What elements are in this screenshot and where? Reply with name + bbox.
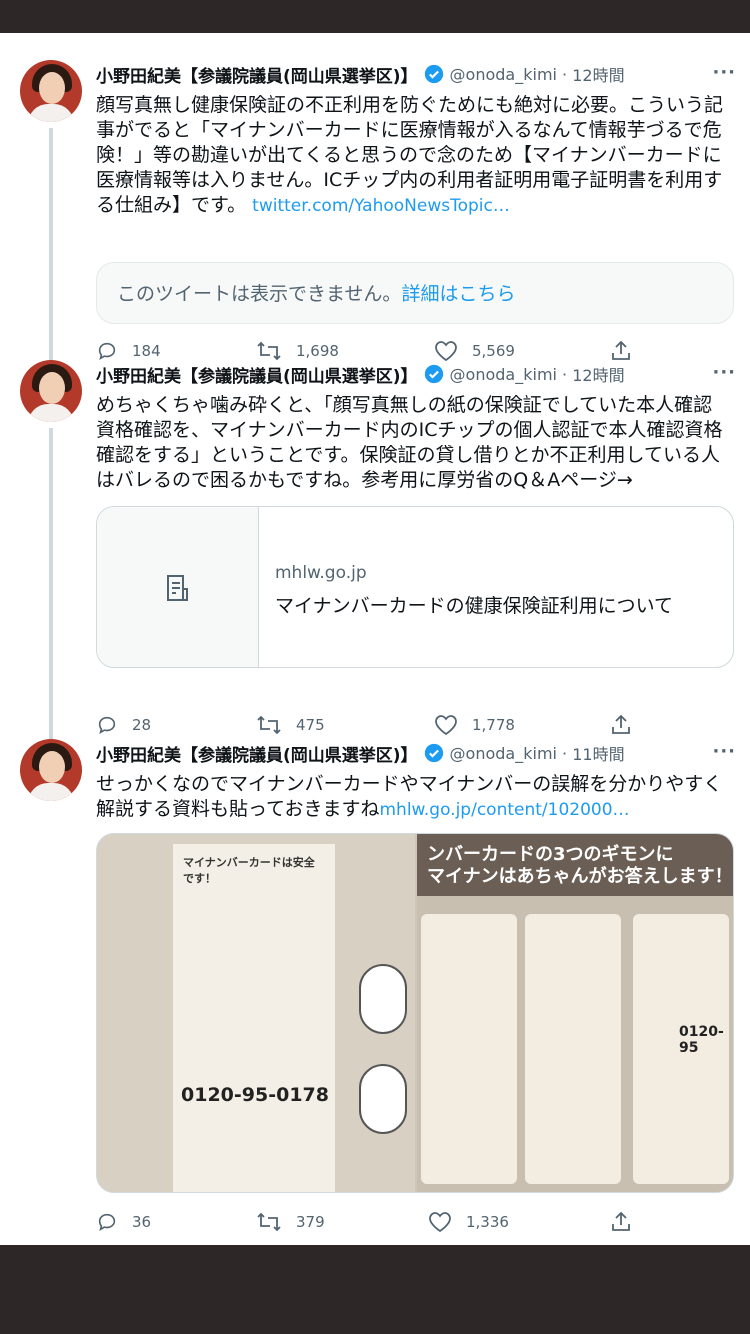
reply-count: 36 xyxy=(132,1213,152,1231)
reply-icon xyxy=(98,1213,116,1232)
avatar[interactable] xyxy=(20,360,82,422)
author-handle[interactable]: @onoda_kimi xyxy=(450,65,557,84)
like-count: 1,336 xyxy=(466,1213,509,1231)
card-domain: mhlw.go.jp xyxy=(275,563,367,583)
verified-icon xyxy=(424,364,443,384)
reply-icon xyxy=(98,716,116,735)
retweet-button[interactable]: 475 xyxy=(256,714,325,736)
rabbit-illustration xyxy=(359,1064,407,1134)
like-icon xyxy=(435,715,457,736)
verified-icon xyxy=(424,64,443,84)
reply-count: 184 xyxy=(132,342,161,360)
card-thumbnail xyxy=(97,507,259,667)
like-count: 1,778 xyxy=(472,716,515,734)
retweet-icon xyxy=(257,715,281,735)
thread-line xyxy=(49,428,53,742)
more-icon[interactable]: ··· xyxy=(712,62,736,83)
like-count: 5,569 xyxy=(472,342,515,360)
share-button[interactable] xyxy=(610,714,646,736)
retweet-count: 1,698 xyxy=(296,342,339,360)
tweet-text: 顔写真無し健康保険証の不正利用を防ぐためにも絶対に必要。こういう記事がでると「マ… xyxy=(96,94,724,216)
verified-icon xyxy=(424,743,443,763)
more-icon[interactable]: ··· xyxy=(712,362,736,383)
share-button[interactable] xyxy=(610,340,646,362)
like-icon xyxy=(435,341,457,362)
tweet-text: めちゃくちゃ噛み砕くと、「顔写真無しの紙の保険証でしていた本人確認資格確認を、マ… xyxy=(96,394,723,491)
tweet-header: 小野田紀美【参議院議員(岡山県選挙区)】 @onoda_kimi · 12時間 xyxy=(96,360,736,388)
author-name[interactable]: 小野田紀美【参議院議員(岡山県選挙区)】 xyxy=(96,741,418,766)
image-2-heading: ンバーカードの3つのギモンに マイナンはあちゃんがお答えします！ xyxy=(417,834,733,896)
top-frame xyxy=(0,0,750,33)
image-1-heading: マイナンバーカードは安全です！ xyxy=(183,856,315,885)
like-button[interactable]: 5,569 xyxy=(434,340,515,362)
document-icon xyxy=(167,575,188,601)
reply-button[interactable]: 36 xyxy=(96,1211,151,1233)
author-handle[interactable]: @onoda_kimi xyxy=(450,365,557,384)
reply-button[interactable]: 28 xyxy=(96,714,151,736)
tweet-time[interactable]: 12時間 xyxy=(572,362,624,386)
retweet-count: 475 xyxy=(296,716,325,734)
like-button[interactable]: 1,778 xyxy=(434,714,515,736)
retweet-count: 379 xyxy=(296,1213,325,1231)
share-icon xyxy=(612,1211,630,1231)
tweet-actions: 36 379 1,336 xyxy=(96,1211,656,1241)
tweet-thread: 小野田紀美【参議院議員(岡山県選挙区)】 @onoda_kimi · 12時間 … xyxy=(0,33,750,1245)
image-2-phone: 0120-95 xyxy=(679,1024,724,1056)
tweet-link[interactable]: twitter.com/YahooNewsTopic… xyxy=(252,196,510,216)
author-handle[interactable]: @onoda_kimi xyxy=(450,744,557,763)
like-button[interactable]: 1,336 xyxy=(428,1211,509,1233)
retweet-button[interactable]: 1,698 xyxy=(256,340,339,362)
share-icon xyxy=(612,340,630,360)
retweet-button[interactable]: 379 xyxy=(256,1211,325,1233)
share-icon xyxy=(612,714,630,734)
share-button[interactable] xyxy=(610,1211,646,1233)
unavailable-quote: このツイートは表示できません。詳細はこちら xyxy=(96,262,734,324)
tweet-time[interactable]: 12時間 xyxy=(572,62,624,86)
learn-more-link[interactable]: 詳細はこちら xyxy=(401,283,515,305)
reply-button[interactable]: 184 xyxy=(96,340,161,362)
retweet-icon xyxy=(257,1212,281,1232)
media-image-1[interactable]: マイナンバーカードは安全です！ 0120-95-0178 xyxy=(97,834,415,1192)
rabbit-illustration xyxy=(359,964,407,1034)
avatar[interactable] xyxy=(20,739,82,801)
media-image-2[interactable]: ンバーカードの3つのギモンに マイナンはあちゃんがお答えします！ 0120-95 xyxy=(417,834,733,1192)
media-images[interactable]: マイナンバーカードは安全です！ 0120-95-0178 ンバーカードの3つのギ… xyxy=(96,833,734,1193)
image-1-phone: 0120-95-0178 xyxy=(181,1084,329,1106)
author-name[interactable]: 小野田紀美【参議院議員(岡山県選挙区)】 xyxy=(96,62,418,87)
card-title: マイナンバーカードの健康保険証利用について xyxy=(275,595,674,617)
thread-line xyxy=(49,128,53,378)
more-icon[interactable]: ··· xyxy=(712,741,736,762)
tweet-time[interactable]: 11時間 xyxy=(572,741,624,765)
retweet-icon xyxy=(257,341,281,361)
avatar[interactable] xyxy=(20,60,82,122)
link-card[interactable]: mhlw.go.jp マイナンバーカードの健康保険証利用について xyxy=(96,506,734,668)
reply-count: 28 xyxy=(132,716,152,734)
like-icon xyxy=(429,1212,451,1233)
bottom-frame xyxy=(0,1245,750,1334)
author-name[interactable]: 小野田紀美【参議院議員(岡山県選挙区)】 xyxy=(96,362,418,387)
tweet-header: 小野田紀美【参議院議員(岡山県選挙区)】 @onoda_kimi · 11時間 xyxy=(96,739,736,767)
tweet-link[interactable]: mhlw.go.jp/content/102000… xyxy=(379,800,629,820)
reply-icon xyxy=(98,342,116,361)
tweet-text: せっかくなのでマイナンバーカードやマイナンバーの誤解を分かりやすく解説する資料も… xyxy=(96,773,723,820)
tweet-header: 小野田紀美【参議院議員(岡山県選挙区)】 @onoda_kimi · 12時間 xyxy=(96,60,736,88)
